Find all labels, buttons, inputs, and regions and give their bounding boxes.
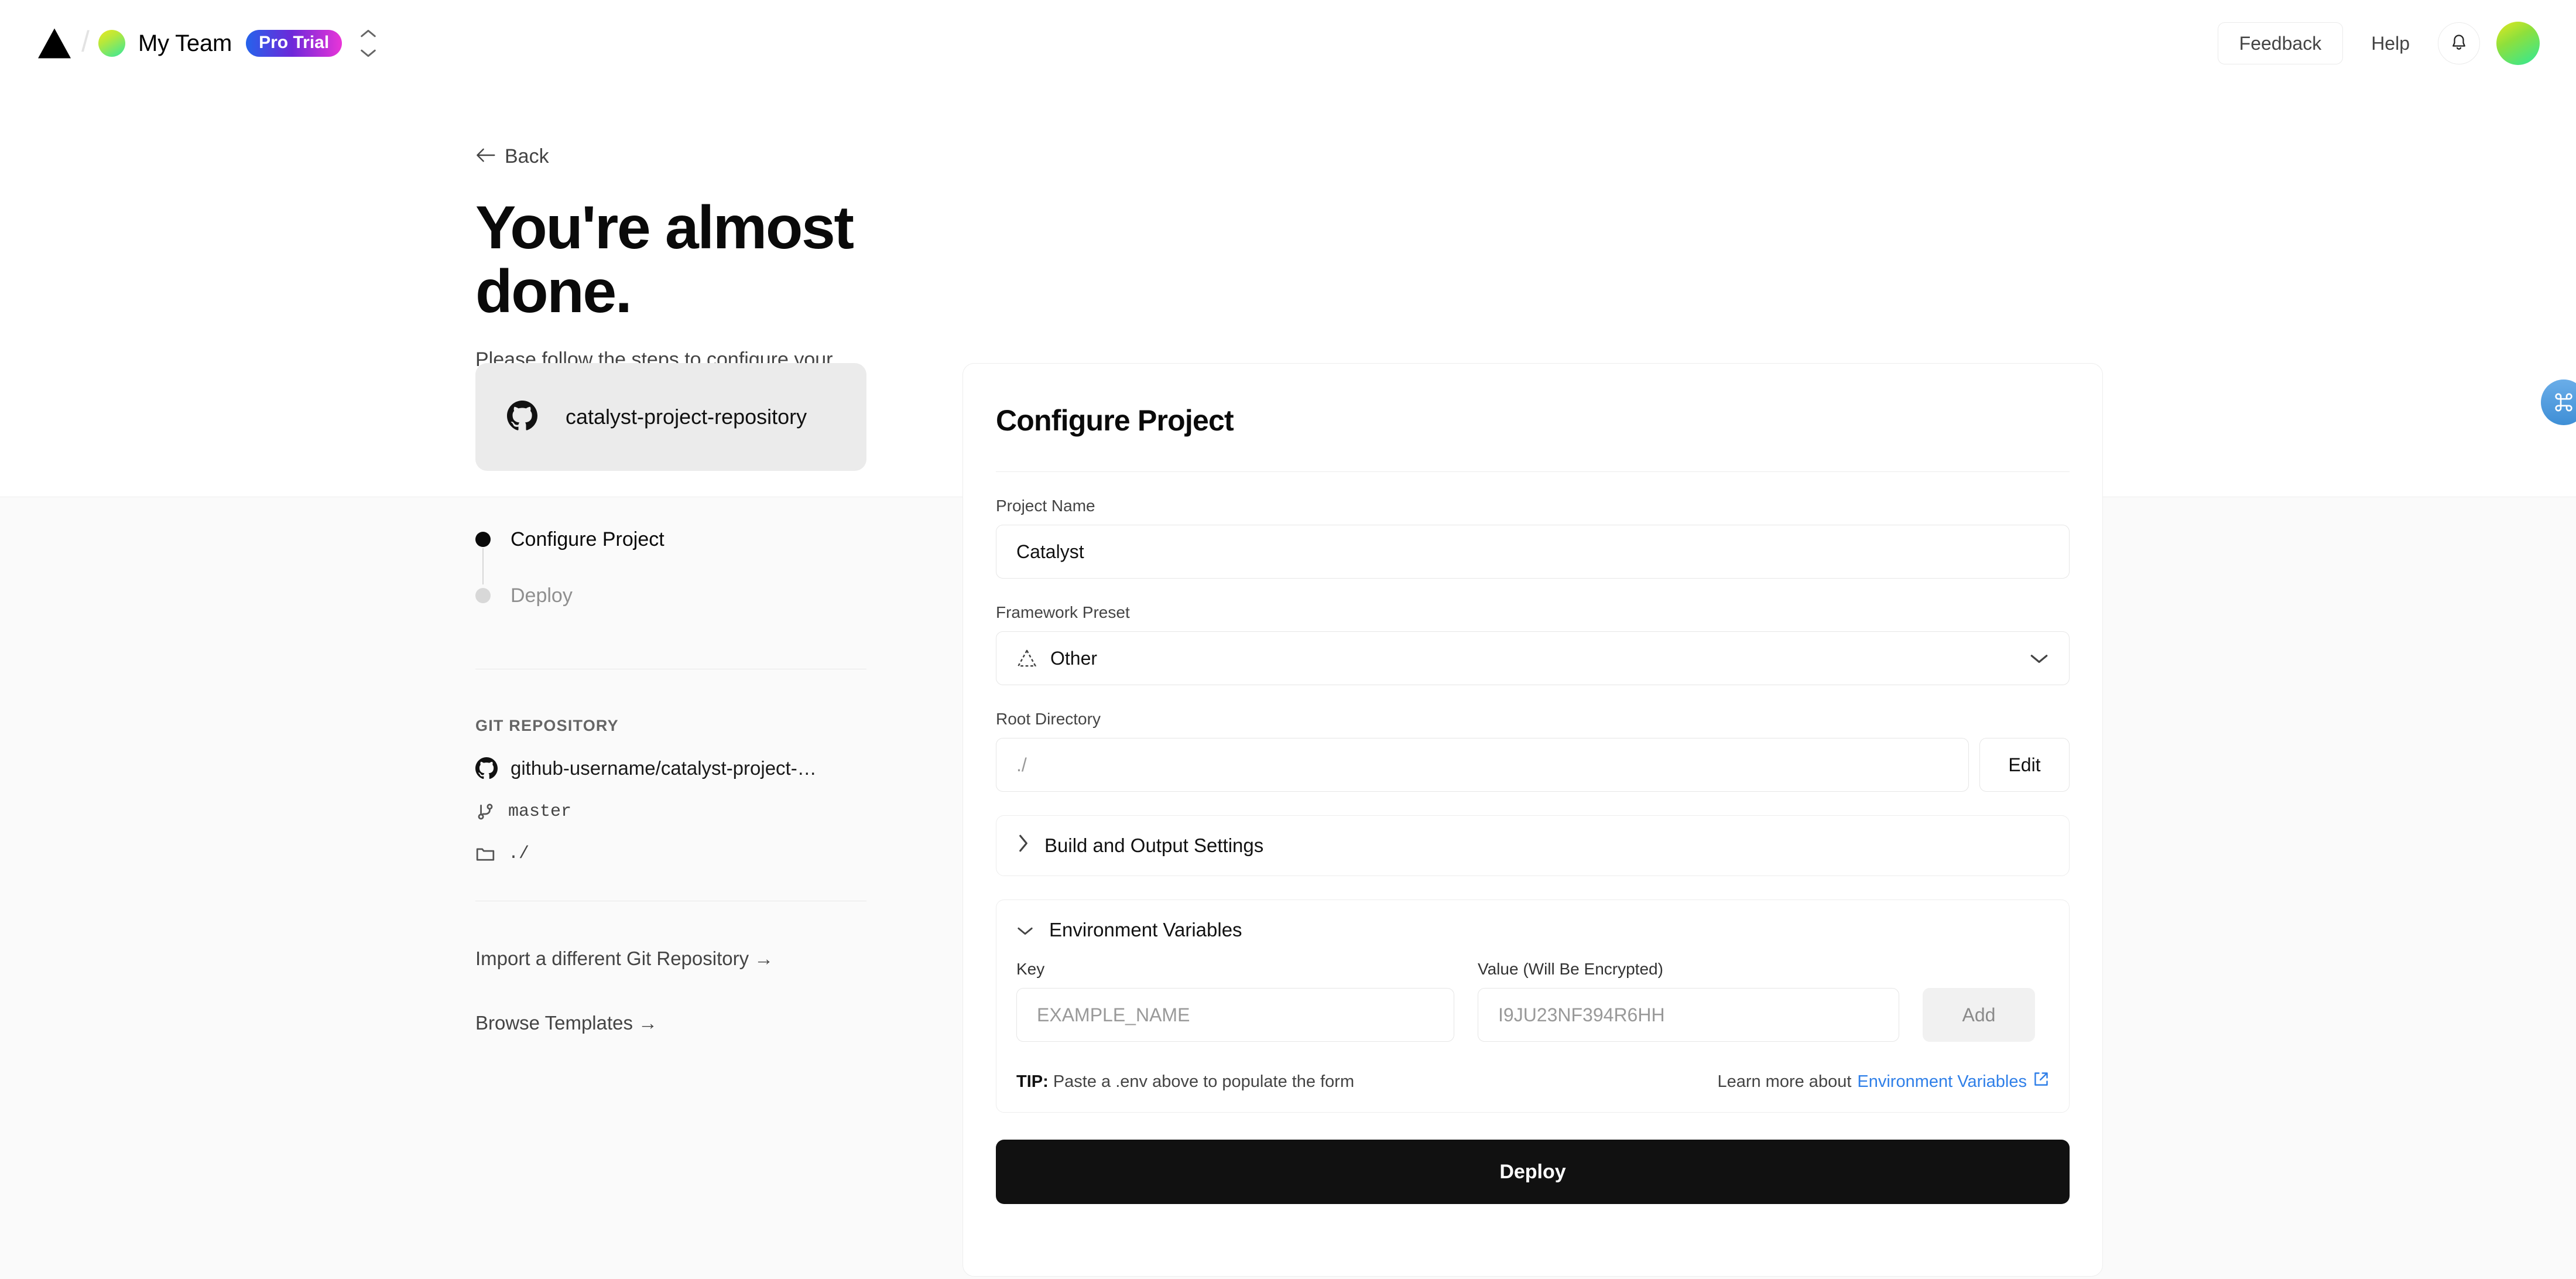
step-label: Configure Project bbox=[511, 528, 664, 550]
left-links-group: Import a different Git Repository → Brow… bbox=[475, 948, 773, 1034]
chevron-down-icon bbox=[1016, 919, 1034, 941]
page-intro: Back You're almost done. Please follow t… bbox=[475, 145, 885, 394]
framework-preset-label: Framework Preset bbox=[996, 603, 1130, 621]
external-link-icon bbox=[2033, 1071, 2049, 1092]
vercel-triangle-logo[interactable] bbox=[36, 27, 73, 60]
selected-repository-card: catalyst-project-repository bbox=[475, 363, 866, 471]
feedback-button[interactable]: Feedback bbox=[2217, 22, 2344, 64]
git-repository-row[interactable]: github-username/catalyst-project-… bbox=[475, 757, 885, 779]
environment-variables-doc-link[interactable]: Environment Variables bbox=[1857, 1072, 2027, 1092]
framework-preset-select[interactable]: Other bbox=[996, 631, 2070, 685]
chevron-right-icon bbox=[1016, 833, 1029, 858]
page-root: / My Team Pro Trial Feedback Help Back Y… bbox=[0, 0, 2576, 1279]
step-deploy: Deploy bbox=[475, 583, 866, 608]
environment-variables-body: Key EXAMPLE_NAME Value (Will Be Encrypte… bbox=[996, 960, 2069, 1112]
root-directory-field: Root Directory ./ Edit bbox=[996, 710, 2070, 792]
environment-variable-entry-row: Key EXAMPLE_NAME Value (Will Be Encrypte… bbox=[1016, 960, 2049, 1042]
back-label: Back bbox=[505, 145, 549, 167]
env-tip-text: Paste a .env above to populate the form bbox=[1048, 1072, 1355, 1091]
nav-left-group: / My Team Pro Trial bbox=[36, 25, 378, 60]
step-connector-line bbox=[482, 548, 484, 584]
project-name-label: Project Name bbox=[996, 497, 1095, 515]
top-navigation-bar: / My Team Pro Trial Feedback Help bbox=[0, 0, 2576, 87]
arrow-left-icon bbox=[475, 145, 495, 168]
build-settings-header[interactable]: Build and Output Settings bbox=[996, 816, 2069, 876]
env-key-input[interactable]: EXAMPLE_NAME bbox=[1016, 988, 1454, 1042]
dashed-triangle-icon bbox=[1016, 649, 1037, 668]
git-repository-section: GIT REPOSITORY github-username/catalyst-… bbox=[475, 717, 885, 864]
step-configure-project: Configure Project bbox=[475, 527, 866, 584]
import-different-repo-link[interactable]: Import a different Git Repository → bbox=[475, 948, 773, 970]
page-title: You're almost done. bbox=[475, 194, 854, 326]
env-tip: TIP: Paste a .env above to populate the … bbox=[1016, 1072, 1354, 1092]
team-name[interactable]: My Team bbox=[138, 30, 232, 57]
env-value-column: Value (Will Be Encrypted) I9JU23NF394R6H… bbox=[1478, 960, 1899, 1042]
env-key-column: Key EXAMPLE_NAME bbox=[1016, 960, 1454, 1042]
environment-variables-footer: TIP: Paste a .env above to populate the … bbox=[1016, 1071, 2049, 1092]
help-link[interactable]: Help bbox=[2371, 33, 2410, 54]
env-tip-prefix: TIP: bbox=[1016, 1072, 1049, 1091]
git-section-title: GIT REPOSITORY bbox=[475, 717, 619, 734]
card-title: Configure Project bbox=[996, 404, 1234, 437]
environment-variables-label: Environment Variables bbox=[1049, 919, 1242, 941]
plan-badge[interactable]: Pro Trial bbox=[246, 30, 342, 57]
command-icon[interactable] bbox=[2541, 379, 2576, 425]
learn-more-group: Learn more about Environment Variables bbox=[1717, 1071, 2049, 1092]
browse-templates-link[interactable]: Browse Templates → bbox=[475, 1012, 773, 1034]
git-directory-row: ./ bbox=[475, 844, 885, 864]
build-settings-label: Build and Output Settings bbox=[1044, 835, 1264, 856]
git-branch-icon bbox=[475, 802, 495, 822]
project-name-input[interactable]: Catalyst bbox=[996, 525, 2070, 579]
deploy-button[interactable]: Deploy bbox=[996, 1140, 2070, 1204]
environment-variables-accordion: Environment Variables Key EXAMPLE_NAME V… bbox=[996, 900, 2070, 1113]
chevron-down-icon bbox=[2029, 652, 2049, 665]
github-icon bbox=[475, 757, 498, 779]
breadcrumb-separator: / bbox=[81, 25, 90, 58]
root-directory-label: Root Directory bbox=[996, 710, 1101, 728]
team-avatar bbox=[98, 30, 125, 57]
env-value-input[interactable]: I9JU23NF394R6HH bbox=[1478, 988, 1899, 1042]
chevron-up-down-icon[interactable] bbox=[358, 28, 378, 59]
environment-variables-header[interactable]: Environment Variables bbox=[996, 900, 2069, 960]
root-directory-row: ./ Edit bbox=[996, 738, 2070, 792]
nav-right-group: Feedback Help bbox=[2217, 22, 2540, 65]
git-directory-path: ./ bbox=[508, 844, 530, 864]
back-link[interactable]: Back bbox=[475, 145, 885, 168]
add-environment-variable-button[interactable]: Add bbox=[1923, 988, 2035, 1042]
avatar[interactable] bbox=[2496, 22, 2540, 65]
step-label: Deploy bbox=[511, 584, 573, 607]
project-name-field: Project Name Catalyst bbox=[996, 497, 2070, 579]
folder-icon bbox=[475, 844, 495, 864]
repository-name: catalyst-project-repository bbox=[566, 405, 807, 429]
github-icon bbox=[507, 400, 537, 434]
step-dot-active bbox=[475, 532, 491, 547]
env-value-label: Value (Will Be Encrypted) bbox=[1478, 960, 1663, 978]
git-branch-name: master bbox=[508, 802, 572, 822]
step-dot-inactive bbox=[475, 588, 491, 603]
env-key-label: Key bbox=[1016, 960, 1045, 978]
configure-project-card: Configure Project Project Name Catalyst … bbox=[962, 363, 2103, 1277]
bell-icon[interactable] bbox=[2438, 22, 2480, 64]
edit-root-directory-button[interactable]: Edit bbox=[1979, 738, 2070, 792]
build-and-output-settings-accordion[interactable]: Build and Output Settings bbox=[996, 815, 2070, 876]
framework-preset-field: Framework Preset Other bbox=[996, 603, 2070, 685]
git-repository-path: github-username/catalyst-project-… bbox=[511, 757, 817, 779]
card-title-divider bbox=[996, 471, 2070, 472]
root-directory-input[interactable]: ./ bbox=[996, 738, 1969, 792]
framework-preset-value: Other bbox=[1050, 647, 1098, 669]
git-branch-row: master bbox=[475, 802, 885, 822]
progress-stepper: Configure Project Deploy bbox=[475, 527, 866, 608]
learn-more-prefix: Learn more about bbox=[1717, 1072, 1852, 1091]
